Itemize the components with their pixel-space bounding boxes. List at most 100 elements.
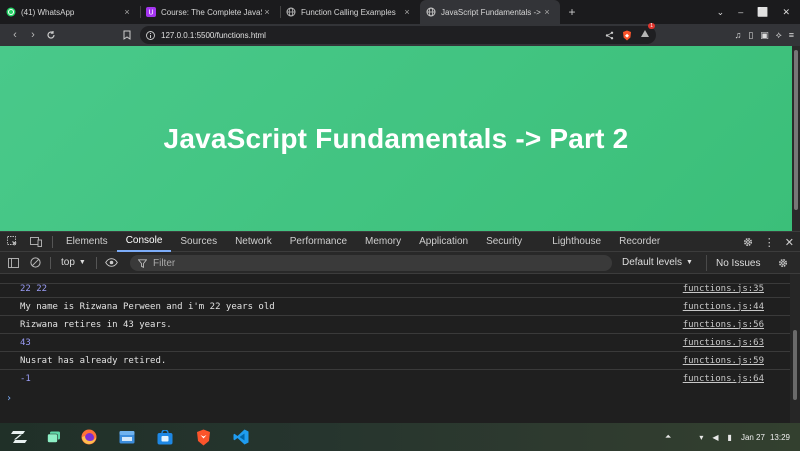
tab-memory[interactable]: Memory: [356, 232, 410, 252]
tray-expand-icon[interactable]: ⏶: [665, 432, 671, 442]
tab-search-icon[interactable]: ⌄: [717, 7, 725, 18]
divider: [50, 256, 51, 269]
page-scrollbar[interactable]: [792, 46, 800, 231]
window-close-icon[interactable]: ✕: [782, 7, 790, 18]
close-icon[interactable]: ×: [262, 7, 272, 17]
info-icon[interactable]: [146, 30, 155, 40]
console-prompt[interactable]: ›: [6, 393, 12, 404]
back-arrow-icon: ‹: [13, 29, 17, 41]
inspect-icon: [6, 236, 18, 247]
brave-button[interactable]: [184, 423, 222, 451]
tab-performance[interactable]: Performance: [281, 232, 356, 252]
clock-time: 13:29: [769, 432, 790, 442]
filter-placeholder: Filter: [153, 257, 176, 269]
source-link[interactable]: functions.js:63: [683, 338, 764, 348]
files-button[interactable]: [108, 423, 146, 451]
page-scrollbar-thumb[interactable]: [794, 50, 798, 210]
device-toolbar-button[interactable]: [24, 232, 48, 252]
close-icon[interactable]: ×: [122, 7, 132, 17]
sidebar-icon[interactable]: ▯: [748, 30, 753, 41]
bookmark-button[interactable]: [118, 26, 136, 44]
new-tab-button[interactable]: +: [560, 0, 584, 24]
context-selector[interactable]: top ▼: [55, 257, 92, 268]
live-expression-button[interactable]: [101, 253, 123, 273]
whatsapp-icon: [6, 7, 16, 17]
levels-label: Default levels: [622, 257, 683, 268]
console-scrollbar-thumb[interactable]: [793, 330, 797, 400]
globe-icon: [426, 7, 436, 17]
battery-icon[interactable]: ▮: [728, 433, 732, 442]
forward-button[interactable]: ›: [24, 26, 42, 44]
clear-console-button[interactable]: [24, 253, 46, 273]
inspect-element-button[interactable]: [0, 232, 24, 252]
wallet-icon[interactable]: ▣: [760, 30, 769, 41]
brave-shields-icon[interactable]: ◆: [622, 30, 632, 41]
tab-console[interactable]: Console: [116, 232, 172, 252]
tab-lighthouse[interactable]: Lighthouse: [531, 232, 610, 252]
source-link[interactable]: functions.js:59: [683, 356, 764, 366]
brave-icon: [196, 429, 211, 446]
console-message: Nusrat has already retired.: [20, 355, 167, 366]
console-message: Rizwana retires in 43 years.: [20, 319, 172, 330]
address-bar[interactable]: 127.0.0.1:5500/functions.html ◆ 1: [140, 23, 656, 44]
tab-recorder[interactable]: Recorder: [610, 232, 669, 252]
zorin-menu-button[interactable]: [0, 423, 38, 451]
share-icon[interactable]: [605, 31, 614, 40]
window-controls: ⌄ – ⬜ ✕: [717, 0, 800, 24]
firefox-button[interactable]: [70, 423, 108, 451]
divider: [52, 235, 53, 248]
log-levels-dropdown[interactable]: Default levels ▼: [622, 252, 693, 273]
tab-application[interactable]: Application: [410, 232, 477, 252]
settings-gear-icon: [777, 257, 789, 269]
tab-whatsapp[interactable]: (41) WhatsApp ×: [0, 0, 140, 24]
source-link[interactable]: functions.js:44: [683, 302, 764, 312]
tab-course[interactable]: U Course: The Complete JavaScri ×: [140, 0, 280, 24]
close-icon[interactable]: ×: [402, 7, 412, 17]
tab-sources[interactable]: Sources: [171, 232, 226, 252]
settings-gear-icon[interactable]: [742, 236, 754, 248]
console-message: 22 22: [20, 283, 48, 294]
minimize-icon[interactable]: –: [738, 7, 743, 17]
workspaces-button[interactable]: [38, 423, 70, 451]
divider: [95, 256, 97, 269]
close-devtools-icon[interactable]: ✕: [785, 236, 794, 249]
wifi-icon[interactable]: ▾: [699, 433, 703, 442]
svg-text:◆: ◆: [625, 33, 629, 39]
console-output[interactable]: 22 22 functions.js:35 My name is Rizwana…: [0, 274, 800, 423]
console-message: 43: [20, 337, 31, 348]
console-scrollbar[interactable]: [790, 274, 800, 423]
source-link[interactable]: functions.js:56: [683, 320, 764, 330]
clock[interactable]: Jan 27 13:29: [741, 433, 790, 442]
console-filter-input[interactable]: Filter: [130, 255, 612, 271]
media-icon[interactable]: ♫: [735, 30, 742, 40]
dropdown-arrow-icon: ▼: [78, 259, 86, 266]
back-button[interactable]: ‹: [6, 26, 24, 44]
issues-button[interactable]: No Issues: [706, 255, 760, 271]
brave-rewards-icon[interactable]: 1: [640, 23, 655, 44]
console-message: My name is Rizwana Perween and i'm 22 ye…: [20, 301, 275, 312]
vpn-icon[interactable]: ⟡: [776, 30, 782, 41]
bookmark-icon: [123, 30, 131, 40]
tab-network[interactable]: Network: [226, 232, 281, 252]
show-sidebar-button[interactable]: [2, 253, 24, 273]
vscode-button[interactable]: [222, 423, 260, 451]
tab-elements[interactable]: Elements: [57, 232, 117, 252]
close-icon[interactable]: ×: [542, 7, 552, 17]
software-store-icon: [157, 429, 173, 445]
volume-icon[interactable]: ◀: [712, 433, 718, 442]
tab-title: (41) WhatsApp: [21, 7, 75, 17]
reload-button[interactable]: [42, 26, 60, 44]
vscode-icon: [233, 429, 249, 445]
software-store-button[interactable]: [146, 423, 184, 451]
console-settings-button[interactable]: [772, 253, 794, 273]
source-link[interactable]: functions.js:35: [683, 284, 764, 294]
more-options-icon[interactable]: ⋮: [764, 236, 775, 249]
menu-icon[interactable]: ≡: [789, 30, 794, 40]
device-icon: [30, 236, 42, 247]
tab-security[interactable]: Security: [477, 232, 531, 252]
tab-function-calling[interactable]: Function Calling Examples ×: [280, 0, 420, 24]
source-link[interactable]: functions.js:64: [683, 374, 764, 384]
tab-javascript-fundamentals[interactable]: JavaScript Fundamentals -> ×: [420, 0, 560, 24]
dropdown-arrow-icon: ▼: [686, 259, 693, 266]
maximize-icon[interactable]: ⬜: [757, 7, 768, 18]
